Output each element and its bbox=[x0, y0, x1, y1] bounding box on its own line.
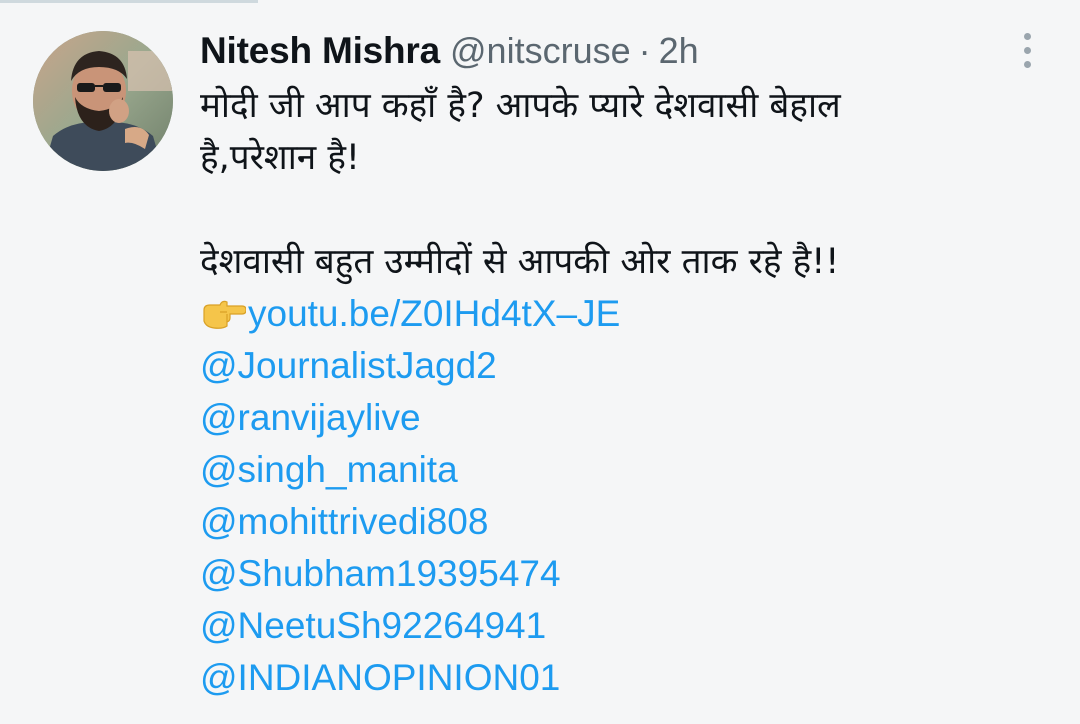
avatar[interactable] bbox=[33, 31, 173, 171]
timestamp[interactable]: 2h bbox=[659, 30, 699, 72]
separator-dot: · bbox=[638, 30, 651, 71]
more-dot bbox=[1023, 46, 1031, 54]
tweet-text-line: है,परेशान है! bbox=[200, 138, 360, 178]
tweet-header: Nitesh Mishra @nitscruse · 2h bbox=[200, 30, 699, 78]
tweet-text-line: मोदी जी आप कहाँ है? आपके प्यारे देशवासी … bbox=[200, 86, 841, 126]
user-handle[interactable]: @nitscruse bbox=[450, 30, 631, 72]
mention-link[interactable]: @INDIANOPINION01 bbox=[200, 652, 1060, 704]
pointing-right-hand-icon bbox=[203, 300, 246, 329]
tweet-text: मोदी जी आप कहाँ है? आपके प्यारे देशवासी … bbox=[200, 80, 1060, 704]
more-dot bbox=[1023, 60, 1031, 68]
mention-link[interactable]: @NeetuSh92264941 bbox=[200, 600, 1060, 652]
more-dot bbox=[1023, 32, 1031, 40]
mention-link[interactable]: @singh_manita bbox=[200, 444, 1060, 496]
mention-link[interactable]: @Shubham19395474 bbox=[200, 548, 1060, 600]
tweet-card[interactable]: Nitesh Mishra @nitscruse · 2h मोदी जी आप… bbox=[0, 0, 1080, 724]
top-divider bbox=[0, 0, 258, 3]
more-options-icon[interactable] bbox=[1010, 30, 1044, 70]
display-name[interactable]: Nitesh Mishra bbox=[200, 30, 440, 72]
avatar-photo-icon bbox=[33, 31, 173, 171]
link-row: youtu.be/Z0IHd4tX–JE bbox=[200, 288, 1060, 340]
youtube-link[interactable]: youtu.be/Z0IHd4tX–JE bbox=[248, 288, 620, 340]
mention-link[interactable]: @mohittrivedi808 bbox=[200, 496, 1060, 548]
tweet-text-line: देशवासी बहुत उम्मीदों से आपकी ओर ताक रहे… bbox=[200, 242, 840, 282]
mention-link[interactable]: @ranvijaylive bbox=[200, 392, 1060, 444]
mention-link[interactable]: @JournalistJagd2 bbox=[200, 340, 1060, 392]
